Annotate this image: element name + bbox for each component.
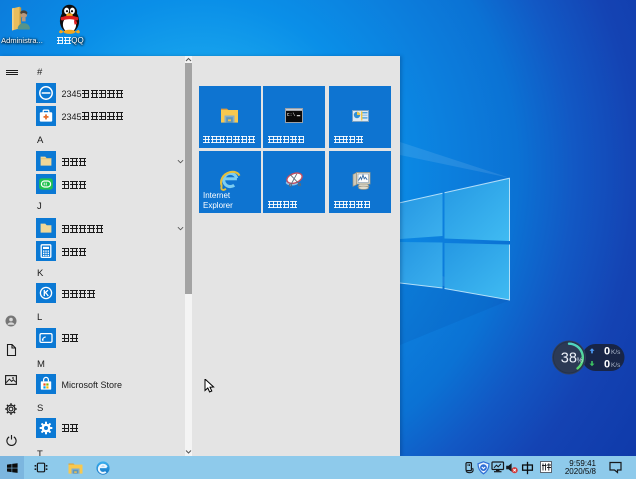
- svg-text:0: 0: [604, 346, 610, 358]
- svg-text:K/s: K/s: [611, 349, 621, 356]
- svg-text:C:\: C:\: [287, 112, 296, 118]
- svg-text:%: %: [577, 357, 583, 364]
- svg-text:38: 38: [561, 351, 577, 367]
- svg-text:K/s: K/s: [611, 362, 621, 369]
- svg-text:0: 0: [604, 359, 610, 371]
